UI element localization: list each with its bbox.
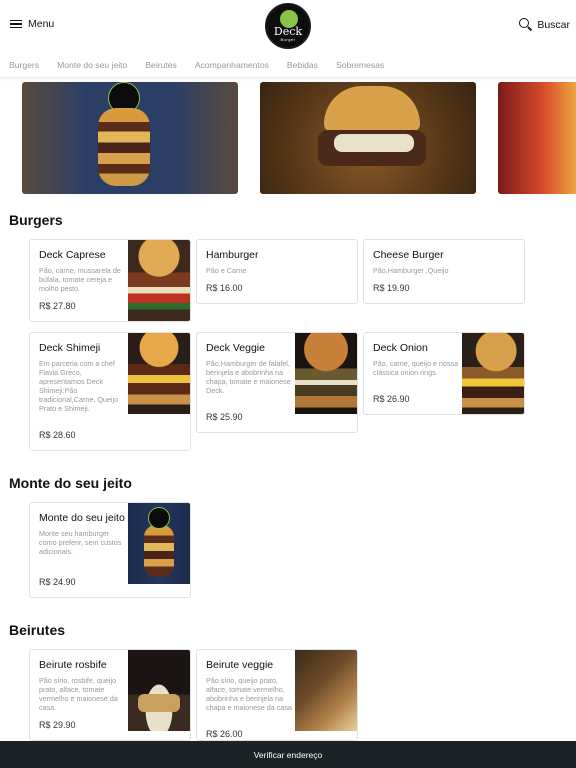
menu-item-card[interactable]: Deck Shimeji Em parceria com a chef Flav… [29,332,191,451]
category-tab-bebidas[interactable]: Bebidas [287,60,318,70]
item-description: Pão,Hamburger ,Queijo [373,266,449,275]
category-tab-burgers[interactable]: Burgers [9,60,39,70]
item-description: Pão sírio, queijo prato, alface, tomate … [206,676,292,712]
item-name: Beirute veggie [206,659,274,671]
item-price: R$ 16.00 [206,283,243,293]
item-description: Pão, carne, mussarela de búfala, tomate … [39,266,121,293]
item-price: R$ 27.80 [39,301,76,311]
category-tab-acompanhamentos[interactable]: Acompanhamentos [195,60,269,70]
item-price: R$ 19.90 [373,283,410,293]
item-price: R$ 26.00 [206,729,243,739]
category-nav: Burgers Monte do seu jeito Beirutes Acom… [0,52,576,78]
hamburger-menu-icon [10,19,22,29]
card-info: Monte do seu jeito Monte seu hamburger c… [39,512,127,556]
banner-stacked-burger-image[interactable] [22,82,238,194]
card-info: Deck Caprese Pão, carne, mussarela de bú… [39,249,127,293]
item-name: Deck Veggie [206,342,265,354]
item-name: Deck Shimeji [39,342,101,354]
logo-text: Deck [273,25,303,38]
item-image [462,333,524,414]
search-label: Buscar [537,18,570,31]
category-tab-beirutes[interactable]: Beirutes [145,60,177,70]
item-image [295,650,357,731]
verify-address-label: Verificar endereço [253,749,323,760]
top-bar: Menu Deck Burger Buscar [0,0,576,52]
card-info: Beirute veggie Pão sírio, queijo prato, … [206,659,294,712]
menu-item-card[interactable]: Deck Caprese Pão, carne, mussarela de bú… [29,239,191,322]
menu-item-card[interactable]: Deck Veggie Pão,Hamburger de falafel, be… [196,332,358,433]
item-image [128,503,190,584]
category-tab-monte-do-seu-jeito[interactable]: Monte do seu jeito [57,60,127,70]
item-image [295,333,357,414]
card-info: Deck Onion Pão, carne, queijo e nossa cl… [373,342,461,377]
item-image [128,240,190,321]
item-name: Deck Onion [373,342,428,354]
menu-item-card[interactable]: Beirute rosbife Pão sírio, rosbife, quei… [29,649,191,741]
category-tab-sobremesas[interactable]: Sobremesas [336,60,384,70]
item-name: Hamburger [206,249,259,261]
card-info: Deck Shimeji Em parceria com a chef Flav… [39,342,127,413]
item-price: R$ 26.90 [373,394,410,404]
card-info: Hamburger Pão e Carne [206,249,346,275]
menu-button[interactable]: Menu [10,18,54,30]
deck-burger-logo[interactable]: Deck Burger [265,3,311,49]
item-image [128,650,190,731]
item-price: R$ 25.90 [206,412,243,422]
menu-item-card[interactable]: Monte do seu jeito Monte seu hamburger c… [29,502,191,598]
banner-burger-image[interactable] [260,82,476,194]
stacked-burger-illustration [98,108,150,186]
item-description: Pão, carne, queijo e nossa clássica onio… [373,359,459,377]
item-price: R$ 29.90 [39,720,76,730]
item-name: Cheese Burger [373,249,444,261]
banner-carousel[interactable] [0,82,576,196]
menu-item-card[interactable]: Cheese Burger Pão,Hamburger ,Queijo R$ 1… [363,239,525,304]
item-image [128,333,190,414]
item-description: Pão,Hamburger de falafel, berinjela e ab… [206,359,291,395]
item-description: Monte seu hamburger como preferir, sem c… [39,529,122,556]
cheese-illustration [334,134,414,152]
search-button[interactable]: Buscar [519,18,570,31]
search-icon [519,18,532,31]
card-info: Beirute rosbife Pão sírio, rosbife, quei… [39,659,127,712]
card-info: Deck Veggie Pão,Hamburger de falafel, be… [206,342,294,395]
item-description: Pão e Carne [206,266,247,275]
banner-drinks-image[interactable] [498,82,576,194]
item-description: Em parceria com a chef Flavia Greco, apr… [39,359,119,413]
card-info: Cheese Burger Pão,Hamburger ,Queijo [373,249,513,275]
verify-address-button[interactable]: Verificar endereço [0,741,576,768]
section-title-beirutes: Beirutes [9,622,66,638]
section-title-monte-do-seu-jeito: Monte do seu jeito [9,475,132,491]
menu-item-card[interactable]: Beirute veggie Pão sírio, queijo prato, … [196,649,358,741]
item-name: Beirute rosbife [39,659,107,671]
section-title-burgers: Burgers [9,212,63,228]
item-price: R$ 24.90 [39,577,76,587]
item-name: Monte do seu jeito [39,512,125,524]
item-name: Deck Caprese [39,249,106,261]
menu-item-card[interactable]: Deck Onion Pão, carne, queijo e nossa cl… [363,332,525,415]
bun-illustration [324,86,420,132]
item-description: Pão sírio, rosbife, queijo prato, alface… [39,676,118,712]
menu-item-card[interactable]: Hamburger Pão e Carne R$ 16.00 [196,239,358,304]
item-price: R$ 28.60 [39,430,76,440]
menu-label: Menu [28,18,55,30]
